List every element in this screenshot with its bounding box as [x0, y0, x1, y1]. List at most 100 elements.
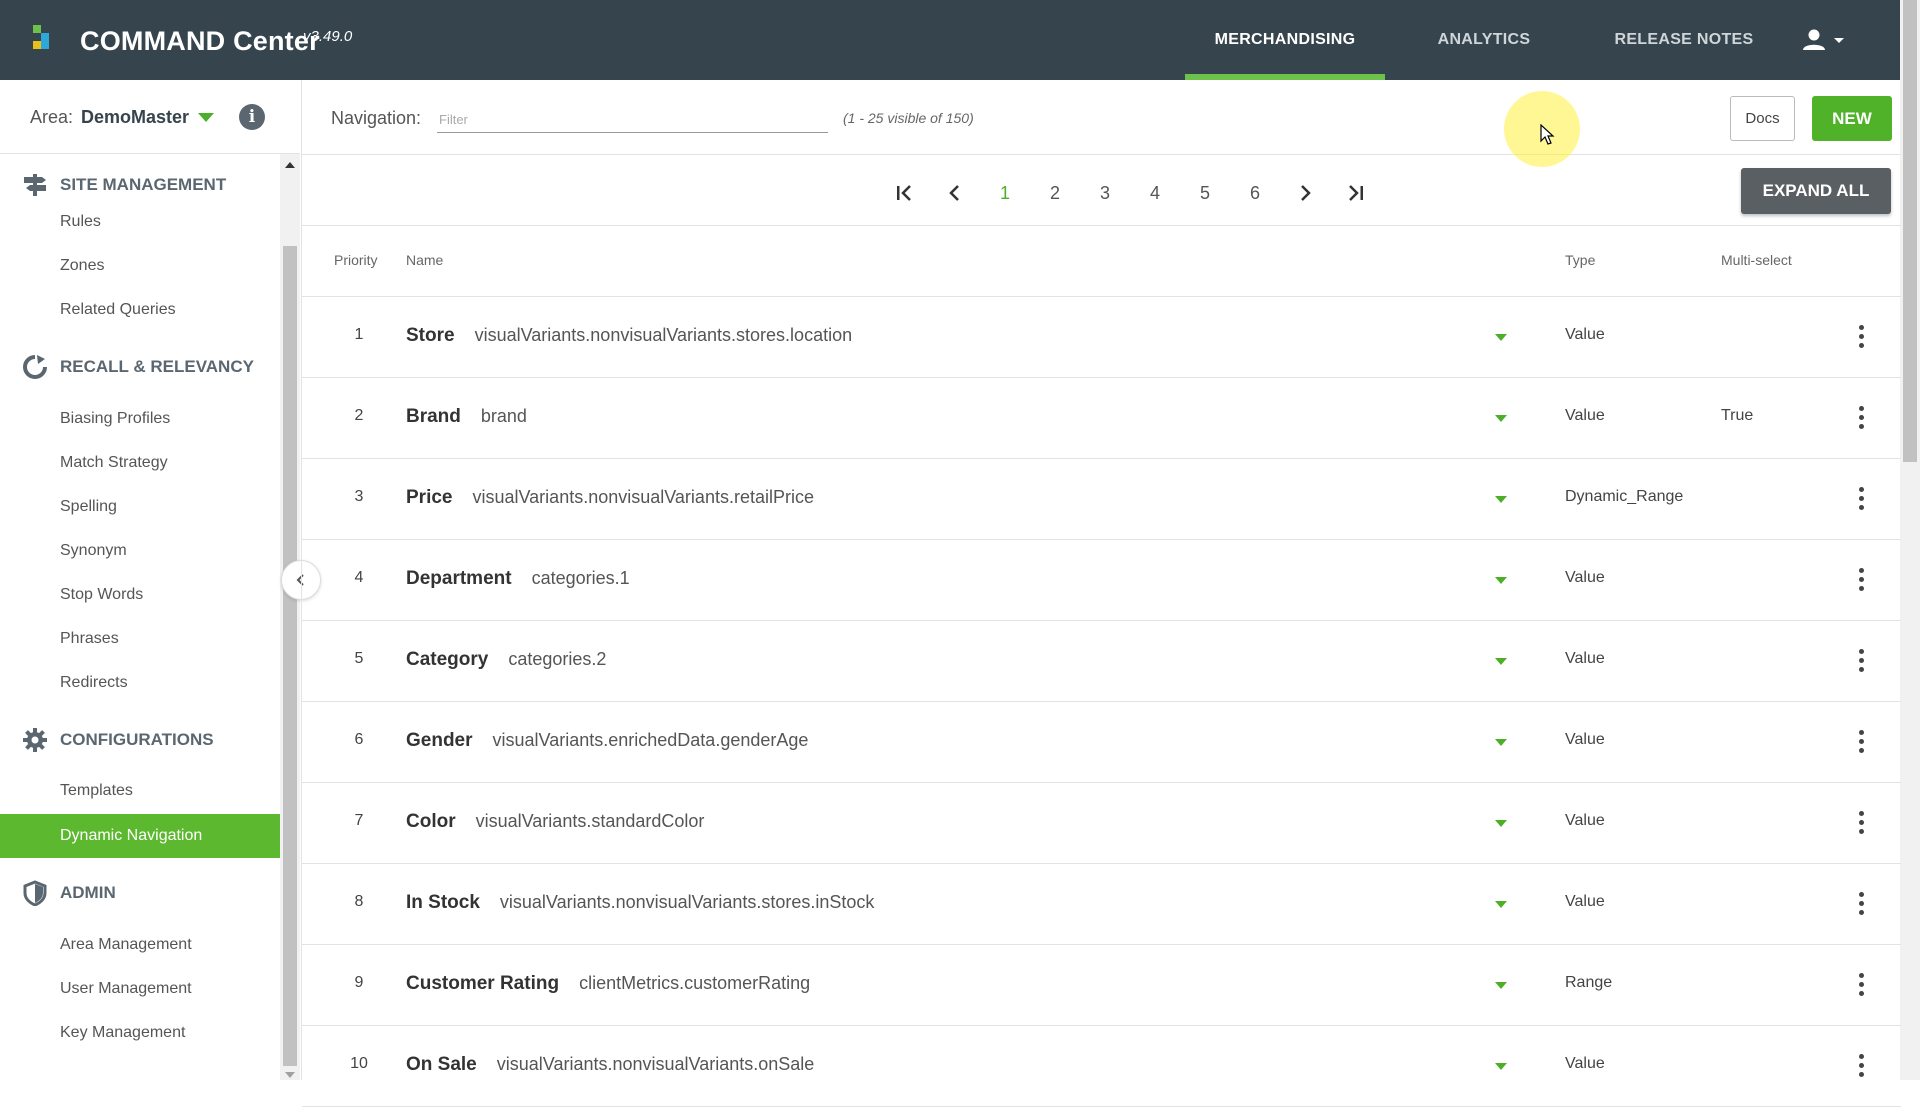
page-2-button[interactable]: 2: [1035, 173, 1075, 213]
sidebar-item-related-queries[interactable]: Related Queries: [0, 288, 280, 332]
row-priority: 6: [354, 731, 364, 748]
sidebar-item-rules[interactable]: Rules: [0, 200, 280, 244]
docs-button[interactable]: Docs: [1730, 96, 1795, 141]
more-options-icon[interactable]: [1854, 728, 1868, 756]
table-row[interactable]: 1 Store visualVariants.nonvisualVariants.…: [302, 297, 1901, 378]
table-row[interactable]: 6 Gender visualVariants.enrichedData.gend…: [302, 702, 1901, 783]
prev-page-button[interactable]: [935, 173, 975, 213]
scroll-up-icon[interactable]: [285, 162, 295, 168]
expand-all-button[interactable]: EXPAND ALL: [1741, 168, 1891, 214]
expand-row-icon[interactable]: [1495, 982, 1507, 989]
sidebar-item-stop-words[interactable]: Stop Words: [0, 573, 280, 617]
visible-count: (1 - 25 visible of 150): [843, 110, 974, 126]
filter-input[interactable]: [437, 107, 828, 133]
table-row[interactable]: 8 In Stock visualVariants.nonvisualVarian…: [302, 864, 1901, 945]
page-4-button[interactable]: 4: [1135, 173, 1175, 213]
signpost-icon: [24, 174, 46, 196]
sidebar-scrollbar[interactable]: [280, 154, 300, 1080]
sidebar-item-user-management[interactable]: User Management: [0, 967, 280, 1011]
expand-row-icon[interactable]: [1495, 1063, 1507, 1070]
table-row[interactable]: 3 Price visualVariants.nonvisualVariants.…: [302, 459, 1901, 540]
top-app-bar: COMMAND Center v3.49.0 MERCHANDISING ANA…: [0, 0, 1900, 80]
page-3-button[interactable]: 3: [1085, 173, 1125, 213]
section-label: CONFIGURATIONS: [60, 730, 214, 749]
sidebar-item-zones[interactable]: Zones: [0, 244, 280, 288]
sidebar-item-synonym[interactable]: Synonym: [0, 529, 280, 573]
page-6-button[interactable]: 6: [1235, 173, 1275, 213]
table-row[interactable]: 7 Color visualVariants.standardColor Valu…: [302, 783, 1901, 864]
table-row[interactable]: 5 Category categories.2 Value: [302, 621, 1901, 702]
first-page-button[interactable]: [885, 173, 925, 213]
sidebar-item-area-management[interactable]: Area Management: [0, 923, 280, 967]
next-page-button[interactable]: [1285, 173, 1325, 213]
tab-release-notes[interactable]: RELEASE NOTES: [1584, 0, 1784, 80]
row-field: visualVariants.nonvisualVariants.stores.…: [499, 892, 875, 912]
area-dropdown-icon[interactable]: [198, 113, 214, 122]
section-admin: ADMIN: [22, 878, 116, 908]
row-type: Range: [1565, 974, 1613, 991]
expand-row-icon[interactable]: [1495, 658, 1507, 665]
sidebar-item-dynamic-navigation[interactable]: Dynamic Navigation: [0, 814, 280, 858]
navigation-label: Navigation:: [331, 108, 422, 128]
table-row[interactable]: 2 Brand brand Value True: [302, 378, 1901, 459]
page-scrollbar-thumb[interactable]: [1903, 0, 1917, 462]
row-field: visualVariants.enrichedData.genderAge: [492, 730, 809, 750]
page-1-button[interactable]: 1: [985, 173, 1025, 213]
sidebar-item-phrases[interactable]: Phrases: [0, 617, 280, 661]
mouse-cursor-icon: [1540, 124, 1555, 145]
tab-merchandising[interactable]: MERCHANDISING: [1185, 0, 1385, 80]
sidebar-item-key-management[interactable]: Key Management: [0, 1011, 280, 1055]
more-options-icon[interactable]: [1854, 566, 1868, 594]
more-options-icon[interactable]: [1854, 323, 1868, 351]
page-5-button[interactable]: 5: [1185, 173, 1225, 213]
more-options-icon[interactable]: [1854, 485, 1868, 513]
user-menu-button[interactable]: [1800, 26, 1848, 54]
row-field: clientMetrics.customerRating: [579, 973, 811, 993]
column-header-multi-select[interactable]: Multi-select: [1721, 252, 1792, 268]
column-header-priority[interactable]: Priority: [334, 252, 378, 268]
area-selector-bar: Area: DemoMaster i: [0, 80, 300, 154]
row-priority: 7: [354, 812, 364, 829]
gear-icon: [23, 728, 47, 752]
info-icon[interactable]: i: [239, 104, 265, 130]
table-row[interactable]: 10 On Sale visualVariants.nonvisualVarian…: [302, 1026, 1901, 1107]
more-options-icon[interactable]: [1854, 890, 1868, 918]
sidebar-item-match-strategy[interactable]: Match Strategy: [0, 441, 280, 485]
sidebar-item-spelling[interactable]: Spelling: [0, 485, 280, 529]
row-type: Value: [1565, 731, 1605, 748]
column-header-name[interactable]: Name: [406, 252, 443, 268]
scroll-down-icon[interactable]: [285, 1072, 295, 1078]
expand-row-icon[interactable]: [1495, 496, 1507, 503]
column-header-type[interactable]: Type: [1565, 252, 1595, 268]
expand-row-icon[interactable]: [1495, 415, 1507, 422]
expand-row-icon[interactable]: [1495, 820, 1507, 827]
sidebar-scrollbar-thumb[interactable]: [283, 246, 297, 1066]
row-title: Color: [406, 811, 456, 832]
more-options-icon[interactable]: [1854, 971, 1868, 999]
page-scrollbar[interactable]: [1900, 0, 1920, 1080]
sidebar-item-templates[interactable]: Templates: [0, 769, 280, 813]
more-options-icon[interactable]: [1854, 1052, 1868, 1080]
expand-row-icon[interactable]: [1495, 577, 1507, 584]
row-title: Store: [406, 325, 455, 346]
table-row[interactable]: 4 Department categories.1 Value: [302, 540, 1901, 621]
new-button[interactable]: NEW: [1812, 96, 1892, 141]
more-options-icon[interactable]: [1854, 404, 1868, 432]
area-select[interactable]: DemoMaster: [81, 107, 189, 128]
more-options-icon[interactable]: [1854, 809, 1868, 837]
row-field: categories.1: [531, 568, 630, 588]
last-page-button[interactable]: [1335, 173, 1375, 213]
tab-analytics[interactable]: ANALYTICS: [1394, 0, 1574, 80]
expand-row-icon[interactable]: [1495, 901, 1507, 908]
expand-row-icon[interactable]: [1495, 334, 1507, 341]
row-type: Value: [1565, 569, 1605, 586]
row-title: In Stock: [406, 892, 480, 913]
expand-row-icon[interactable]: [1495, 739, 1507, 746]
row-priority: 1: [354, 326, 364, 343]
sidebar-item-biasing-profiles[interactable]: Biasing Profiles: [0, 397, 280, 441]
table-row[interactable]: 9 Customer Rating clientMetrics.customerR…: [302, 945, 1901, 1026]
sidebar-item-redirects[interactable]: Redirects: [0, 661, 280, 705]
row-type: Value: [1565, 407, 1605, 424]
row-priority: 5: [354, 650, 364, 667]
more-options-icon[interactable]: [1854, 647, 1868, 675]
